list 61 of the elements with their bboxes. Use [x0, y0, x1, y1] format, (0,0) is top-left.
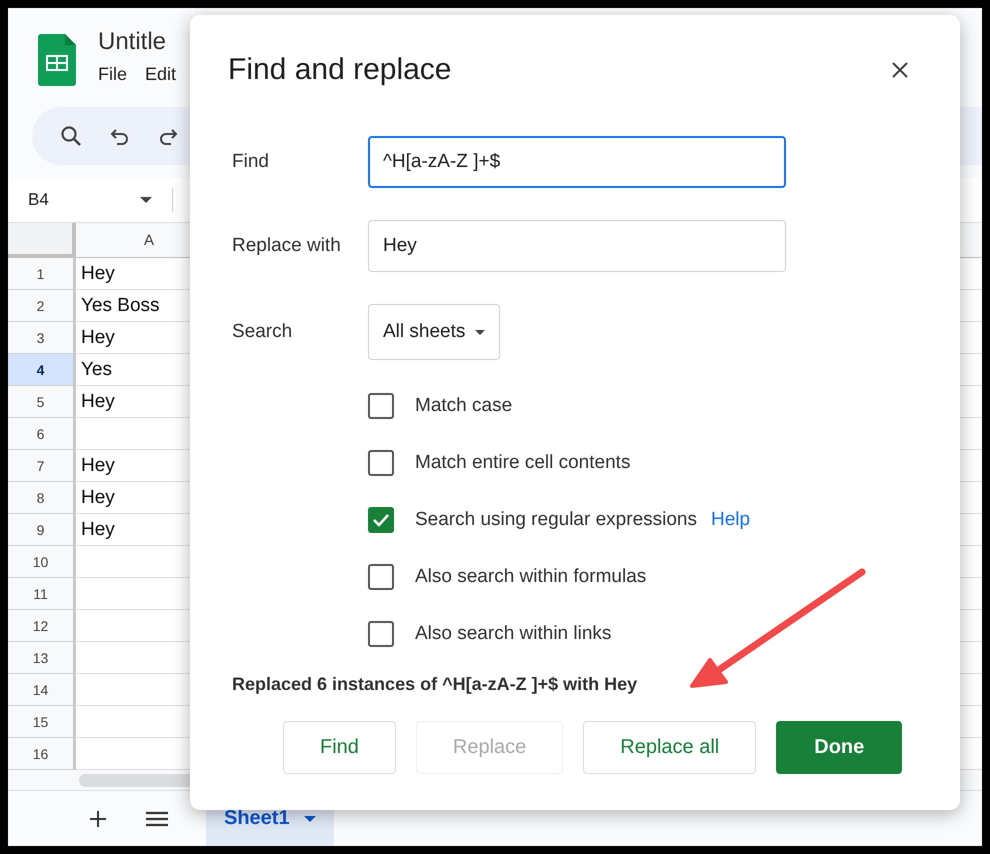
table-cell: Hey	[81, 486, 115, 508]
close-icon[interactable]	[892, 62, 908, 78]
menu-item[interactable]: Edit	[145, 64, 176, 85]
checkbox[interactable]	[368, 564, 394, 590]
table-cell: Yes	[81, 358, 112, 380]
option-label: Also search within formulas	[415, 566, 646, 588]
row-header[interactable]: 14	[8, 674, 76, 706]
field-label: Find	[232, 151, 270, 173]
option-label: Match case	[415, 395, 512, 417]
dialog-button[interactable]: Replace all	[583, 721, 756, 774]
field-label: Replace with	[232, 235, 342, 257]
name-box[interactable]: B4	[8, 190, 152, 210]
row-header[interactable]: 11	[8, 578, 76, 610]
row-header[interactable]: 6	[8, 418, 76, 450]
caret-icon	[475, 330, 486, 334]
row-header[interactable]: 4	[8, 354, 76, 386]
row-header[interactable]: 7	[8, 450, 76, 482]
row-header[interactable]: 15	[8, 706, 76, 738]
menu-item[interactable]: File	[98, 64, 128, 85]
checkbox[interactable]	[368, 393, 394, 419]
option-label: Match entire cell contents	[415, 452, 630, 474]
row-header[interactable]: 1	[8, 258, 76, 290]
menu-icon[interactable]	[146, 810, 168, 826]
caret-icon	[304, 816, 316, 822]
field-label: Search	[232, 321, 294, 343]
row-header[interactable]: 3	[8, 322, 76, 354]
check-icon	[372, 513, 390, 527]
undo-icon[interactable]	[110, 127, 130, 145]
row-header[interactable]: 2	[8, 290, 76, 322]
status-message: Replaced 6 instances of ^H[a-zA-Z ]+$ with Hey	[231, 674, 638, 695]
option-label: Search using regular expressions	[415, 509, 697, 531]
checkbox[interactable]	[368, 450, 394, 476]
dialog-button[interactable]: Find	[283, 721, 396, 774]
row-header[interactable]: 8	[8, 482, 76, 514]
table-cell: Hey	[81, 390, 115, 412]
search-icon[interactable]	[60, 125, 82, 147]
option-label: Also search within links	[415, 623, 612, 645]
caret-icon	[140, 197, 152, 203]
row-header[interactable]: 12	[8, 610, 76, 642]
checkbox[interactable]	[368, 507, 394, 533]
input-field[interactable]: ^H[a-zA-Z ]+$	[368, 136, 786, 188]
sheets-logo-icon	[38, 34, 76, 86]
table-cell: Hey	[81, 262, 115, 284]
row-header[interactable]: 10	[8, 546, 76, 578]
help-link[interactable]: Help	[711, 509, 750, 531]
dialog-title: Find and replace	[228, 53, 452, 87]
row-header[interactable]: 9	[8, 514, 76, 546]
table-cell: Hey	[81, 454, 115, 476]
row-header[interactable]: 13	[8, 642, 76, 674]
dialog-button[interactable]: Done	[776, 721, 902, 774]
input-field[interactable]: Hey	[368, 220, 786, 272]
table-cell: Hey	[81, 518, 115, 540]
row-header[interactable]: 16	[8, 738, 76, 770]
document-title[interactable]: Untitle	[98, 28, 176, 56]
add-sheet-icon[interactable]	[90, 810, 106, 826]
row-header[interactable]: 5	[8, 386, 76, 418]
search-dropdown[interactable]: All sheets	[368, 304, 500, 360]
table-cell: Hey	[81, 326, 115, 348]
redo-icon[interactable]	[158, 127, 178, 145]
table-cell: Yes Boss	[81, 294, 160, 316]
checkbox[interactable]	[368, 621, 394, 647]
